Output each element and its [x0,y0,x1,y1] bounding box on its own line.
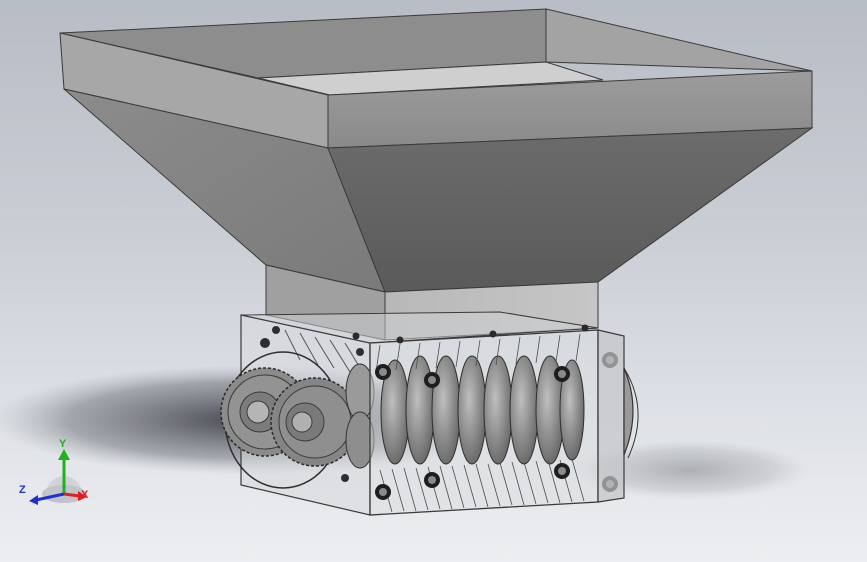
hopper[interactable] [59,8,814,341]
shredder-3d-model[interactable] [0,0,867,562]
axis-z-label: Z [19,484,26,496]
axis-y-label: Y [59,438,67,450]
hopper-inner-right-wall [545,8,813,72]
gear-housing[interactable] [220,314,375,516]
orientation-triad[interactable]: Y Z X [14,436,104,516]
cutter-discs[interactable] [380,355,585,465]
bearing-housing-right [623,367,634,456]
axis-x-label: X [81,489,89,501]
hopper-funnel-front [327,127,814,293]
end-plate-front [597,329,625,503]
cad-graphics-viewport[interactable]: Y Z X [0,0,867,562]
x-axis-arrow [63,492,81,498]
